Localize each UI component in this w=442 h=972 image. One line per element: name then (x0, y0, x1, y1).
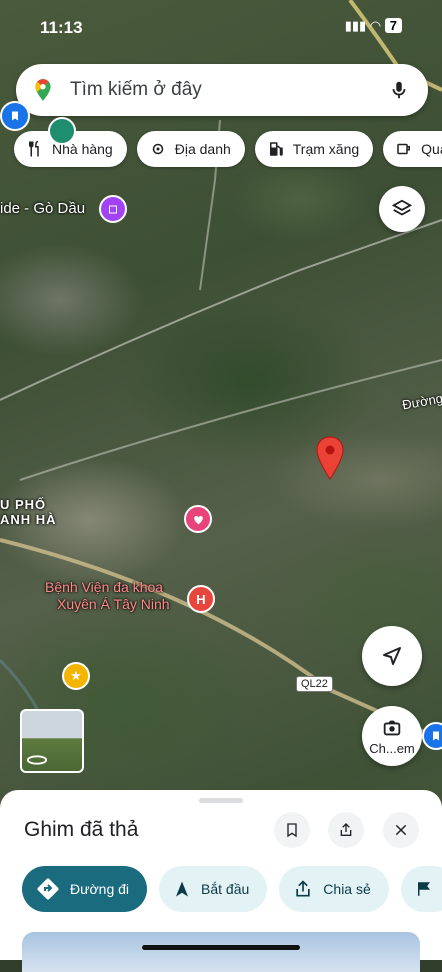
map-label-hospital-2: Xuyên Á Tây Ninh (57, 596, 170, 612)
microphone-icon[interactable] (388, 79, 410, 101)
chip-label: Trạm xăng (292, 141, 360, 157)
poi-heart-marker[interactable] (184, 505, 212, 533)
chip-label: Địa danh (174, 141, 231, 157)
heart-icon (193, 515, 203, 524)
highway-shield: QL22 (296, 676, 333, 692)
flag-icon (417, 882, 430, 896)
chip-label: Quán (421, 141, 442, 157)
share-button[interactable]: Chia sẻ (279, 866, 389, 912)
bookmark-icon (12, 111, 18, 121)
directions-label: Đường đi (70, 881, 130, 897)
star-icon: ★ (70, 668, 82, 683)
chip-gas-stations[interactable]: Trạm xăng (254, 131, 374, 167)
building-icon (109, 205, 117, 214)
place-sheet[interactable]: Ghim đã thả Đường đi Bắt đầu Chia sẻ (0, 790, 442, 972)
coffee-icon (397, 143, 411, 155)
camera-button-label: Ch...em (369, 740, 415, 756)
action-buttons: Đường đi Bắt đầu Chia sẻ (22, 866, 442, 912)
category-chips: Nhà hàng Địa danh Trạm xăng Quán (14, 131, 442, 167)
maps-logo-icon (35, 79, 51, 101)
save-button[interactable] (274, 812, 310, 848)
close-button[interactable] (383, 812, 419, 848)
status-icons: ▮▮▮ ◠ 7 (345, 18, 402, 34)
start-button[interactable]: Bắt đầu (159, 866, 268, 912)
layers-icon (391, 199, 413, 216)
close-icon (395, 824, 407, 836)
share-icon (296, 880, 310, 897)
fork-knife-icon (29, 140, 39, 157)
map-label-go-dau: ide - Gò Dầu (0, 200, 86, 217)
dropped-pin-icon[interactable] (315, 436, 345, 480)
map-label-anh-ha: ANH HÀ (0, 512, 57, 527)
share-top-button[interactable] (328, 812, 364, 848)
map-label-hospital-1: Bệnh Viện đa khoa (45, 579, 164, 595)
poi-green-marker[interactable] (48, 117, 76, 145)
search-input[interactable]: Tìm kiếm ở đây (70, 79, 388, 101)
map-label-pho: U PHỐ (0, 497, 47, 512)
status-time: 11:13 (40, 18, 83, 37)
hospital-icon: H (196, 591, 206, 607)
place-photo-preview[interactable] (22, 932, 420, 972)
more-actions-button[interactable] (400, 866, 442, 912)
signal-icon: ▮▮▮ (344, 18, 367, 33)
bookmark-icon (287, 823, 297, 838)
my-location-button[interactable] (362, 626, 422, 686)
poi-purple-marker[interactable] (99, 195, 127, 223)
battery-icon: 7 (384, 18, 402, 33)
rotate-360-icon (26, 755, 48, 765)
layers-button[interactable] (379, 186, 425, 232)
search-bar[interactable]: Tìm kiếm ở đây (16, 64, 428, 116)
sheet-title: Ghim đã thả (24, 818, 139, 841)
poi-star-marker[interactable]: ★ (62, 662, 90, 690)
navigation-arrow-icon (176, 881, 189, 897)
poi-bookmark-left[interactable] (0, 101, 30, 131)
navigation-arrow-icon (383, 647, 401, 665)
gas-station-icon (269, 142, 283, 156)
camera-search-button[interactable]: Ch...em (362, 706, 422, 766)
sheet-drag-handle[interactable] (199, 798, 243, 803)
directions-icon (37, 878, 59, 900)
directions-button[interactable]: Đường đi (22, 866, 148, 912)
landmark-icon (152, 143, 163, 155)
poi-bookmark-right[interactable] (422, 722, 442, 750)
share-label: Chia sẻ (323, 881, 371, 897)
camera-icon (383, 720, 401, 735)
home-indicator (142, 945, 300, 950)
chip-cafes[interactable]: Quán (383, 131, 442, 167)
street-view-thumbnail[interactable] (20, 709, 84, 773)
start-label: Bắt đầu (201, 881, 250, 897)
share-icon (340, 823, 352, 836)
wifi-icon: ◠ (369, 18, 382, 33)
bookmark-icon (433, 731, 439, 741)
chip-landmarks[interactable]: Địa danh (136, 131, 245, 167)
poi-hospital-marker[interactable]: H (187, 585, 215, 613)
